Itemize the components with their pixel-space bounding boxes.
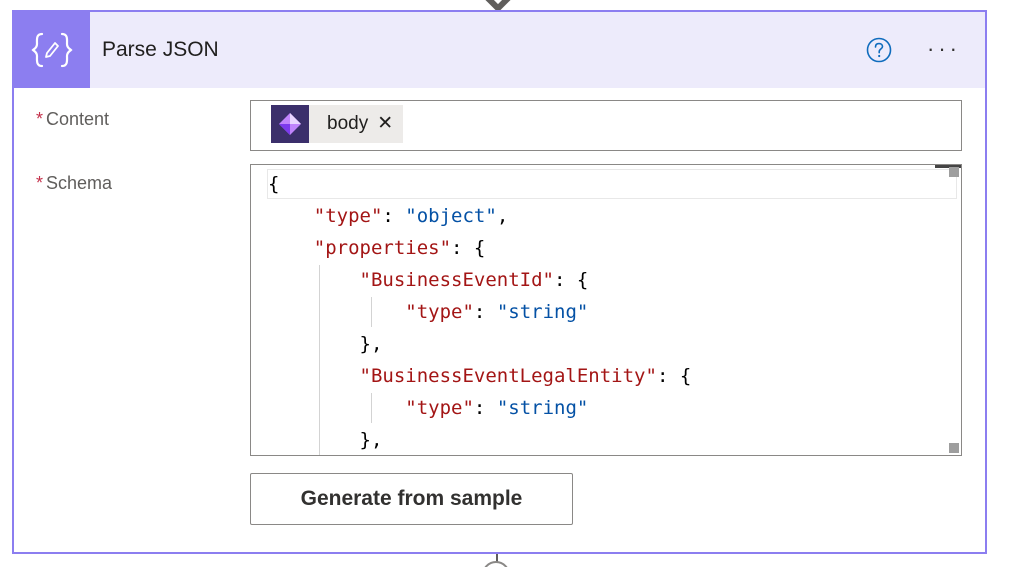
token-label: body xyxy=(327,113,369,134)
content-input[interactable]: body ✕ xyxy=(250,100,962,151)
schema-label: * Schema xyxy=(36,172,112,194)
editor-gutter xyxy=(251,165,267,455)
json-key: "properties" xyxy=(313,237,452,259)
code-line: }, xyxy=(268,333,383,355)
code-line: "BusinessEventLegalEntity": { xyxy=(359,365,692,387)
code-line: "BusinessEventId": { xyxy=(359,269,589,291)
power-apps-icon xyxy=(271,105,309,143)
code-line: { xyxy=(268,173,280,195)
json-key: "BusinessEventId" xyxy=(359,269,554,291)
json-value: "object" xyxy=(405,205,497,227)
json-value: "string" xyxy=(496,301,589,323)
code-line: "type": "string" xyxy=(405,397,589,419)
json-key: "type" xyxy=(405,301,474,323)
code-line: "type": "string" xyxy=(405,301,589,323)
content-label-text: Content xyxy=(46,109,110,129)
json-key: "type" xyxy=(313,205,383,227)
code-line: "properties": { xyxy=(313,237,486,259)
parse-json-action-card: Parse JSON ··· * Content body ✕ * Schema… xyxy=(12,10,987,554)
more-options-icon[interactable]: ··· xyxy=(927,34,967,64)
scrollbar-thumb-top[interactable] xyxy=(949,167,959,177)
code-line: "type": "object", xyxy=(313,205,509,227)
body-token[interactable]: body ✕ xyxy=(271,105,403,143)
remove-token-icon[interactable]: ✕ xyxy=(377,114,393,134)
content-label: * Content xyxy=(36,108,109,130)
generate-from-sample-button[interactable]: Generate from sample xyxy=(250,473,573,525)
current-line-highlight xyxy=(267,169,957,199)
schema-label-text: Schema xyxy=(46,173,113,193)
editor-scrollbar[interactable] xyxy=(935,165,961,455)
help-circle-icon[interactable] xyxy=(866,37,892,63)
flow-canvas: Parse JSON ··· * Content body ✕ * Schema… xyxy=(0,0,1024,567)
json-value: "string" xyxy=(496,397,589,419)
json-key: "BusinessEventLegalEntity" xyxy=(359,365,657,387)
code-line: }, xyxy=(268,429,383,451)
required-marker: * xyxy=(36,109,44,129)
add-step-icon[interactable] xyxy=(482,561,510,567)
json-key: "type" xyxy=(405,397,474,419)
json-braces-icon xyxy=(14,12,90,88)
scrollbar-thumb-bottom[interactable] xyxy=(949,443,959,453)
required-marker: * xyxy=(36,173,44,193)
action-header[interactable]: Parse JSON ··· xyxy=(14,12,985,88)
schema-code-editor[interactable]: { "type": "object", "properties": { "Bus… xyxy=(250,164,962,456)
action-title: Parse JSON xyxy=(102,38,219,61)
